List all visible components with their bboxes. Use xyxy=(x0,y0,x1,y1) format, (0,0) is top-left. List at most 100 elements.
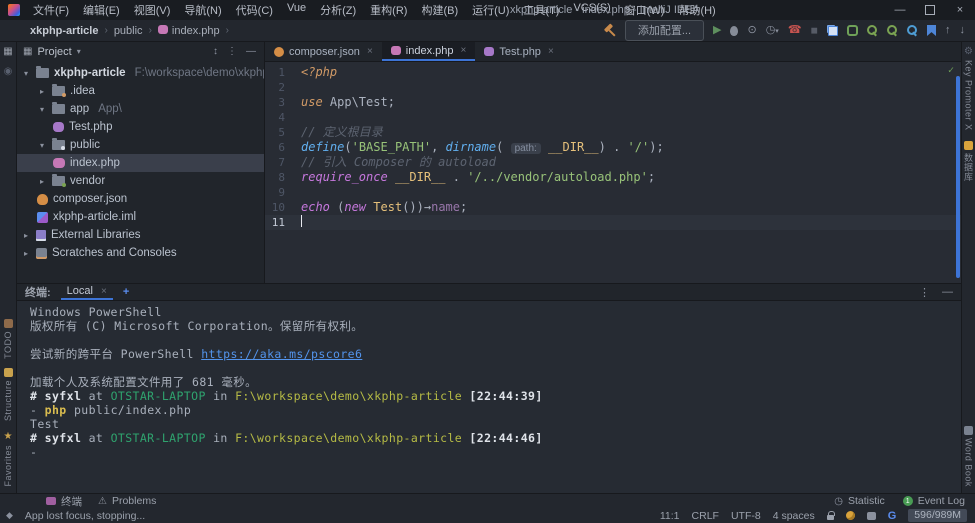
todo-tool-button[interactable]: TODO xyxy=(3,319,13,359)
terminal-link[interactable]: https://aka.ms/pscore6 xyxy=(201,347,362,361)
menu-item[interactable]: Vue xyxy=(280,0,313,20)
caret-position[interactable]: 11:1 xyxy=(660,510,680,522)
file-encoding[interactable]: UTF-8 xyxy=(731,510,761,522)
code-token: ); xyxy=(649,140,663,154)
menu-item[interactable]: 编辑(E) xyxy=(76,0,127,20)
down-arrow-icon[interactable]: ↓ xyxy=(960,25,966,36)
menu-item[interactable]: 运行(U) xyxy=(465,0,516,20)
tree-row[interactable]: ▸Scratches and Consoles xyxy=(17,244,264,262)
search-everywhere-icon[interactable] xyxy=(907,25,918,36)
tree-row[interactable]: ▾appApp\ xyxy=(17,100,264,118)
replace-icon[interactable] xyxy=(887,25,898,36)
memory-indicator[interactable]: 596/989M xyxy=(908,509,967,522)
copy-icon[interactable] xyxy=(827,25,838,36)
database-tool-button[interactable]: 数据库 xyxy=(962,141,975,182)
maximize-icon[interactable] xyxy=(915,0,945,20)
menu-item[interactable]: 构建(B) xyxy=(414,0,465,20)
editor-scrollbar[interactable] xyxy=(956,76,960,278)
breadcrumb-item[interactable]: public xyxy=(114,25,143,37)
tree-row[interactable]: Test.php xyxy=(17,118,264,136)
options-kebab-icon[interactable]: ⋮ xyxy=(227,46,237,57)
project-tool-icon[interactable]: ▦ xyxy=(3,47,12,57)
attach-process-icon[interactable]: ☎ xyxy=(788,25,802,36)
coverage-icon[interactable]: ⊙ xyxy=(747,25,756,36)
idea-icon xyxy=(52,86,65,96)
find-icon[interactable] xyxy=(867,25,878,36)
terminal-bar-button[interactable]: 终端 xyxy=(46,494,82,509)
profiler-icon[interactable]: ◷▾ xyxy=(766,25,779,36)
word-book-tool-button[interactable]: Word Book xyxy=(964,426,974,487)
editor-tab-composer.json[interactable]: composer.json× xyxy=(265,42,382,61)
robot-icon[interactable] xyxy=(867,512,876,520)
tree-row[interactable]: ▾public xyxy=(17,136,264,154)
debug-icon[interactable] xyxy=(730,26,738,36)
minimize-icon[interactable]: — xyxy=(885,0,915,20)
up-arrow-icon[interactable]: ↑ xyxy=(945,25,951,36)
tree-row[interactable]: composer.json xyxy=(17,190,264,208)
build-hammer-icon[interactable] xyxy=(603,24,616,37)
event-log-button[interactable]: 1 Event Log xyxy=(903,495,965,507)
hide-panel-icon[interactable]: — xyxy=(246,46,256,57)
chevron-down-icon[interactable]: ▾ xyxy=(77,47,81,56)
structure-tool-button[interactable]: Structure xyxy=(3,368,13,421)
tree-row[interactable]: xkphp-article.iml xyxy=(17,208,264,226)
key-promoter-tool-button[interactable]: ⚙ Key Promoter X xyxy=(964,47,974,131)
run-icon[interactable]: ▶ xyxy=(713,25,721,36)
close-tab-icon[interactable]: × xyxy=(367,46,373,57)
terminal-tab-local[interactable]: Local × xyxy=(61,284,113,300)
menu-item[interactable]: 分析(Z) xyxy=(313,0,363,20)
chevron-right-icon[interactable]: ▸ xyxy=(21,231,31,240)
translate-g-icon[interactable]: G xyxy=(888,510,897,522)
run-config-select[interactable]: 添加配置... xyxy=(625,20,704,41)
tree-row[interactable]: ▾xkphp-articleF:\workspace\demo\xkphp-ar… xyxy=(17,64,264,82)
collapse-all-icon[interactable]: ↕ xyxy=(213,46,218,57)
menu-item[interactable]: 重构(R) xyxy=(363,0,414,20)
chevron-right-icon[interactable]: ▸ xyxy=(37,177,47,186)
chevron-right-icon[interactable]: ▸ xyxy=(37,87,47,96)
commit-tool-icon[interactable]: ◉ xyxy=(4,67,13,77)
breadcrumb-item[interactable]: index.php xyxy=(158,25,220,37)
stop-icon[interactable]: ◼ xyxy=(811,26,818,35)
code-editor[interactable]: ✓ 1<?php23use App\Test;45// 定义根目录6define… xyxy=(265,62,961,283)
close-icon[interactable]: × xyxy=(945,0,975,20)
close-tab-icon[interactable]: × xyxy=(101,286,107,297)
terminal-line: # syfxl at OTSTAR-LAPTOP in F:\workspace… xyxy=(30,431,961,445)
terminal-output[interactable]: Windows PowerShell版权所有 (C) Microsoft Cor… xyxy=(17,301,961,493)
project-panel-title[interactable]: Project xyxy=(37,46,71,58)
editor-tab-Test.php[interactable]: Test.php× xyxy=(475,42,562,61)
indent-setting[interactable]: 4 spaces xyxy=(773,510,815,522)
problems-bar-button[interactable]: ⚠ Problems xyxy=(98,495,156,507)
menu-item[interactable]: 文件(F) xyxy=(26,0,76,20)
tree-row[interactable]: ▸vendor xyxy=(17,172,264,190)
notification-gear-icon[interactable] xyxy=(846,511,855,520)
tree-row[interactable]: index.php xyxy=(17,154,264,172)
breadcrumb-item[interactable]: xkphp-article xyxy=(30,25,98,37)
terminal-tool-icon[interactable] xyxy=(847,25,858,36)
terminal-options-kebab-icon[interactable]: ⋮ xyxy=(919,286,930,299)
code-line: 11 xyxy=(265,215,961,230)
menu-item[interactable]: 视图(V) xyxy=(127,0,178,20)
close-tab-icon[interactable]: × xyxy=(461,45,467,56)
new-terminal-icon[interactable]: + xyxy=(123,286,129,298)
menu-item[interactable]: 导航(N) xyxy=(177,0,228,20)
statistic-button[interactable]: ◷ Statistic xyxy=(834,495,885,507)
code-token: ( xyxy=(496,140,510,154)
favorites-tool-button[interactable]: ★ Favorites xyxy=(3,431,13,487)
inspections-ok-icon[interactable]: ✓ xyxy=(948,63,954,78)
tree-row[interactable]: ▸External Libraries xyxy=(17,226,264,244)
chevron-right-icon[interactable]: ▸ xyxy=(21,249,31,258)
code-text: <?php xyxy=(301,65,337,80)
menu-item[interactable]: 代码(C) xyxy=(229,0,280,20)
tree-row[interactable]: ▸.idea xyxy=(17,82,264,100)
line-ending[interactable]: CRLF xyxy=(692,510,719,522)
terminal-hide-icon[interactable]: — xyxy=(942,286,953,299)
chevron-down-icon[interactable]: ▾ xyxy=(21,69,31,78)
chevron-down-icon[interactable]: ▾ xyxy=(37,105,47,114)
lock-icon[interactable] xyxy=(827,515,834,520)
tool-window-switcher-icon[interactable]: ◆ xyxy=(6,510,13,521)
editor-tab-index.php[interactable]: index.php× xyxy=(382,42,476,61)
close-tab-icon[interactable]: × xyxy=(548,46,554,57)
chevron-down-icon[interactable]: ▾ xyxy=(37,141,47,150)
bookmark-icon[interactable] xyxy=(927,25,936,36)
code-line: 3use App\Test; xyxy=(265,95,961,110)
